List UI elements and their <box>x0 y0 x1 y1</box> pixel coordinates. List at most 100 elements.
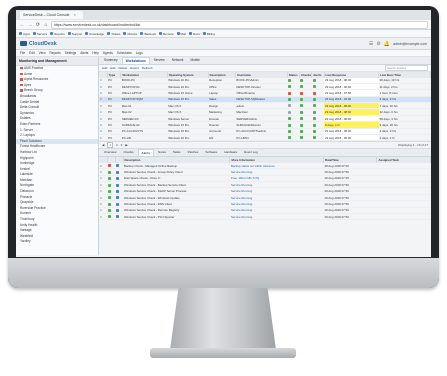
page-number[interactable]: 3 <box>121 143 123 147</box>
tab-workstations[interactable]: Workstations <box>121 57 150 64</box>
device-name[interactable]: PC-HR <box>120 134 168 142</box>
device-tabs: Summary Workstations Servers Network Mobile <box>99 57 431 65</box>
browser-tab[interactable]: ServiceDesk – Cloud Console × <box>20 11 83 19</box>
bookmark-link[interactable]: Backups <box>140 32 156 36</box>
toolbar-delete-button[interactable]: Delete <box>119 66 128 70</box>
sidebar-item-label: Pinnacle <box>20 194 33 199</box>
sidebar: Monitoring and Management AMS Practice Ac… <box>16 57 99 255</box>
home-icon[interactable]: ⌂ <box>43 22 49 28</box>
bookmark-link[interactable]: Monitor <box>123 32 137 36</box>
monitor-stand <box>170 288 276 350</box>
menu-item[interactable]: Alerts <box>80 51 88 55</box>
alert-flag-icon <box>20 89 23 92</box>
subtab-tasks[interactable]: Tasks <box>170 149 184 156</box>
subtab-notes[interactable]: Notes <box>155 149 169 156</box>
next-page-button[interactable]: ▶ <box>125 143 127 147</box>
alerts-icon <box>312 123 316 127</box>
tab-servers[interactable]: Servers <box>151 57 168 64</box>
subtab-software[interactable]: Software <box>202 149 220 156</box>
check-type-icon <box>116 215 120 219</box>
menu-item[interactable]: Settings <box>65 51 77 55</box>
page-number[interactable]: 2 <box>116 143 118 147</box>
menu-item[interactable]: Help <box>92 51 99 55</box>
more-info-link[interactable]: Service Running <box>231 189 252 193</box>
toolbar-refresh-button[interactable]: Refresh <box>142 66 153 70</box>
sidebar-item[interactable]: Yardley <box>16 239 98 245</box>
subtab-hardware[interactable]: Hardware <box>221 149 240 156</box>
toolbar-edit-button[interactable]: Edit <box>110 66 115 70</box>
subtab-patches[interactable]: Patches <box>185 149 202 156</box>
bookmark-link[interactable]: Support <box>68 32 83 36</box>
pagination: ◀ 1 2 3 ▶ Displaying 1 - 10 of 27 <box>99 141 431 150</box>
status-icon <box>108 202 112 206</box>
menu-icon[interactable]: ☰ <box>369 41 373 47</box>
menu-item[interactable]: Schedules <box>117 51 132 55</box>
page-number[interactable]: 1 <box>107 142 113 149</box>
bookmark-link[interactable]: Knowledge <box>85 32 104 36</box>
previous-page-button[interactable]: ◀ <box>102 143 104 147</box>
bell-icon[interactable]: 🔔 <box>384 41 390 47</box>
check-assigned-task <box>376 213 431 221</box>
more-info-link[interactable]: Service Running <box>231 208 252 212</box>
menu-item[interactable]: Logs <box>136 51 143 55</box>
bookmark-link[interactable]: Billing <box>203 32 215 36</box>
menu-item[interactable]: Reports <box>50 51 61 55</box>
column-header[interactable]: Status <box>287 72 300 78</box>
reload-icon[interactable]: ⟳ <box>35 22 41 28</box>
tab-network[interactable]: Network <box>169 57 187 64</box>
menu-item[interactable]: Edit <box>29 51 35 55</box>
menu-item[interactable]: File <box>20 51 25 55</box>
tab-summary[interactable]: Summary <box>101 57 121 64</box>
check-type <box>115 213 124 221</box>
alerts-icon <box>312 78 316 82</box>
menu-item[interactable]: Agents <box>103 51 113 55</box>
status-icon <box>288 98 292 102</box>
bookmark-link[interactable]: Servers <box>33 32 47 36</box>
url-field[interactable]: https://www.servicedesk.co.uk/dashboard/… <box>51 20 428 29</box>
check-type-icon <box>116 209 120 213</box>
subtab-overview[interactable]: Overview <box>101 149 120 156</box>
last-response: 29 Aug 2018 - 08:00 <box>324 134 379 142</box>
alert-flag-icon <box>20 83 23 87</box>
menu-item[interactable]: View <box>39 51 46 55</box>
alerts-icon <box>312 130 316 134</box>
bookmark-link[interactable]: Reports <box>50 32 65 36</box>
table-row[interactable]: □ PC PC-HR Windows 10 Pro HR PC-HR\hr 29 Aug 2… <box>99 134 431 142</box>
sidebar-item-label: Vantage <box>20 228 32 233</box>
toolbar-add-button[interactable]: Add <box>102 66 107 70</box>
more-info-link[interactable]: Free: 180.2 GB (71%) <box>231 176 259 180</box>
row-checkbox[interactable]: □ <box>99 134 108 142</box>
row-checkbox[interactable]: □ <box>99 213 108 221</box>
toolbar-export-button[interactable]: Export <box>130 66 139 70</box>
status-icon <box>108 183 112 187</box>
more-info-link[interactable]: Backup status not within tolerance <box>231 164 275 168</box>
main-area: Monitoring and Management AMS Practice Ac… <box>16 57 431 255</box>
more-info-link[interactable]: Service Running <box>231 196 252 200</box>
bookmark-link[interactable]: Mail <box>177 32 187 36</box>
more-info-link[interactable]: Service Running <box>231 215 252 219</box>
table-row[interactable]: □ Windows Service Check - Print Spooler Se… <box>99 213 431 221</box>
search-input[interactable]: Search devices <box>385 65 428 71</box>
subtab-event-log[interactable]: Event Log <box>241 149 261 156</box>
close-icon[interactable]: × <box>73 12 75 17</box>
check-type-icon <box>116 177 120 181</box>
more-info-link[interactable]: Service Running <box>231 170 252 174</box>
status-icon <box>108 209 112 213</box>
check-type-icon <box>116 183 120 187</box>
bookmark-link[interactable]: Remote <box>159 32 174 36</box>
bookmark-link[interactable]: Docs <box>189 32 200 36</box>
sidebar-item-label: Yardley <box>20 239 31 244</box>
device-checks <box>299 134 312 142</box>
back-icon[interactable]: ← <box>19 22 25 28</box>
gear-icon[interactable]: ⚙ <box>376 41 380 47</box>
bookmark-link[interactable]: Apps <box>19 32 30 36</box>
more-info-link[interactable]: Service Running <box>231 183 252 187</box>
forward-icon[interactable]: → <box>27 22 33 28</box>
bookmark-link[interactable]: Tickets <box>107 32 120 36</box>
user-account[interactable]: admin@example.com <box>393 42 427 46</box>
column-header[interactable]: Checks <box>299 72 313 78</box>
subtab-checks[interactable]: Checks <box>121 149 137 156</box>
tab-mobile[interactable]: Mobile <box>187 57 202 64</box>
more-info-link[interactable]: Service Running <box>231 202 252 206</box>
subtab-alerts[interactable]: Alerts <box>137 149 155 157</box>
